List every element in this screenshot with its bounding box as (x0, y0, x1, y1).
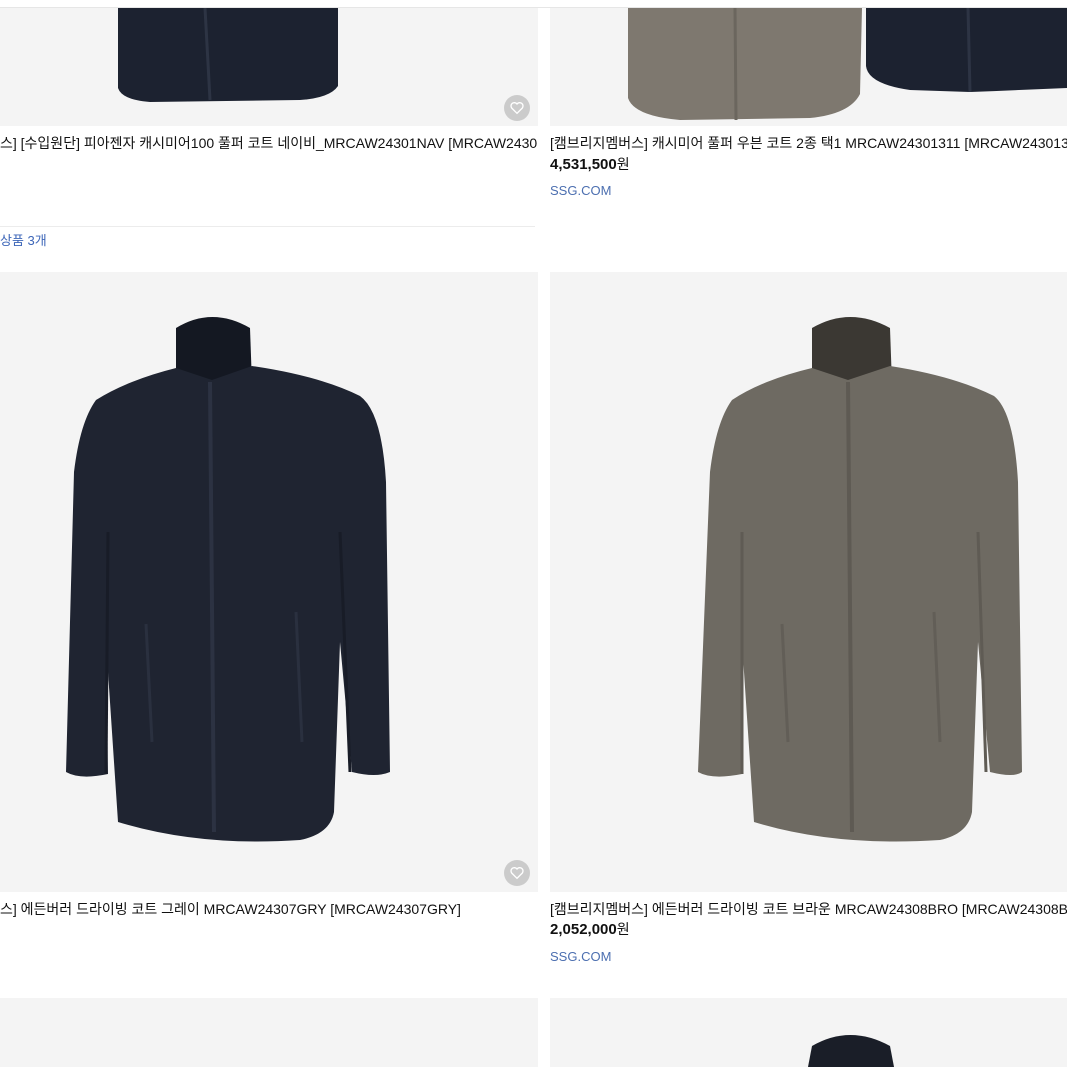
heart-icon (510, 102, 524, 115)
heart-icon (510, 867, 524, 880)
coat-image (118, 8, 338, 102)
price-currency: 원 (616, 156, 630, 172)
price-currency: 원 (616, 921, 630, 937)
price-value: 4,531,500 (550, 156, 617, 173)
product-image-navy-cashmere-coat[interactable] (0, 8, 538, 126)
product-image-grey-driving-coat[interactable] (0, 272, 538, 892)
mall-name-link[interactable]: SSG.COM (550, 183, 611, 199)
product-price: 2,052,000원 (550, 920, 630, 939)
more-products-link[interactable]: 상품 3개 (0, 233, 47, 249)
price-value: 2,052,000 (550, 921, 617, 938)
product-title[interactable]: [캠브리지멤버스] 캐시미어 풀퍼 우븐 코트 2종 택1 MRCAW24301… (550, 134, 1067, 152)
coat-image (808, 1035, 894, 1067)
coat-image (628, 8, 1067, 121)
product-image[interactable] (550, 998, 1067, 1067)
mall-name-link[interactable]: SSG.COM (550, 949, 611, 965)
product-title[interactable]: 스] [수입원단] 피아젠자 캐시미어100 풀퍼 코트 네이비_MRCAW24… (0, 134, 538, 152)
product-image-cashmere-coat-set[interactable] (550, 8, 1067, 126)
coat-image (698, 317, 1022, 842)
product-image-brown-driving-coat[interactable] (550, 272, 1067, 892)
wishlist-button[interactable] (504, 860, 530, 886)
product-image[interactable] (0, 998, 538, 1067)
coat-image (66, 317, 390, 842)
wishlist-button[interactable] (504, 95, 530, 121)
product-title[interactable]: [캠브리지멤버스] 에든버러 드라이빙 코트 브라운 MRCAW24308BRO… (550, 900, 1067, 918)
product-price: 4,531,500원 (550, 155, 630, 174)
product-title[interactable]: 스] 에든버러 드라이빙 코트 그레이 MRCAW24307GRY [MRCAW… (0, 900, 538, 918)
card-divider (0, 226, 535, 227)
